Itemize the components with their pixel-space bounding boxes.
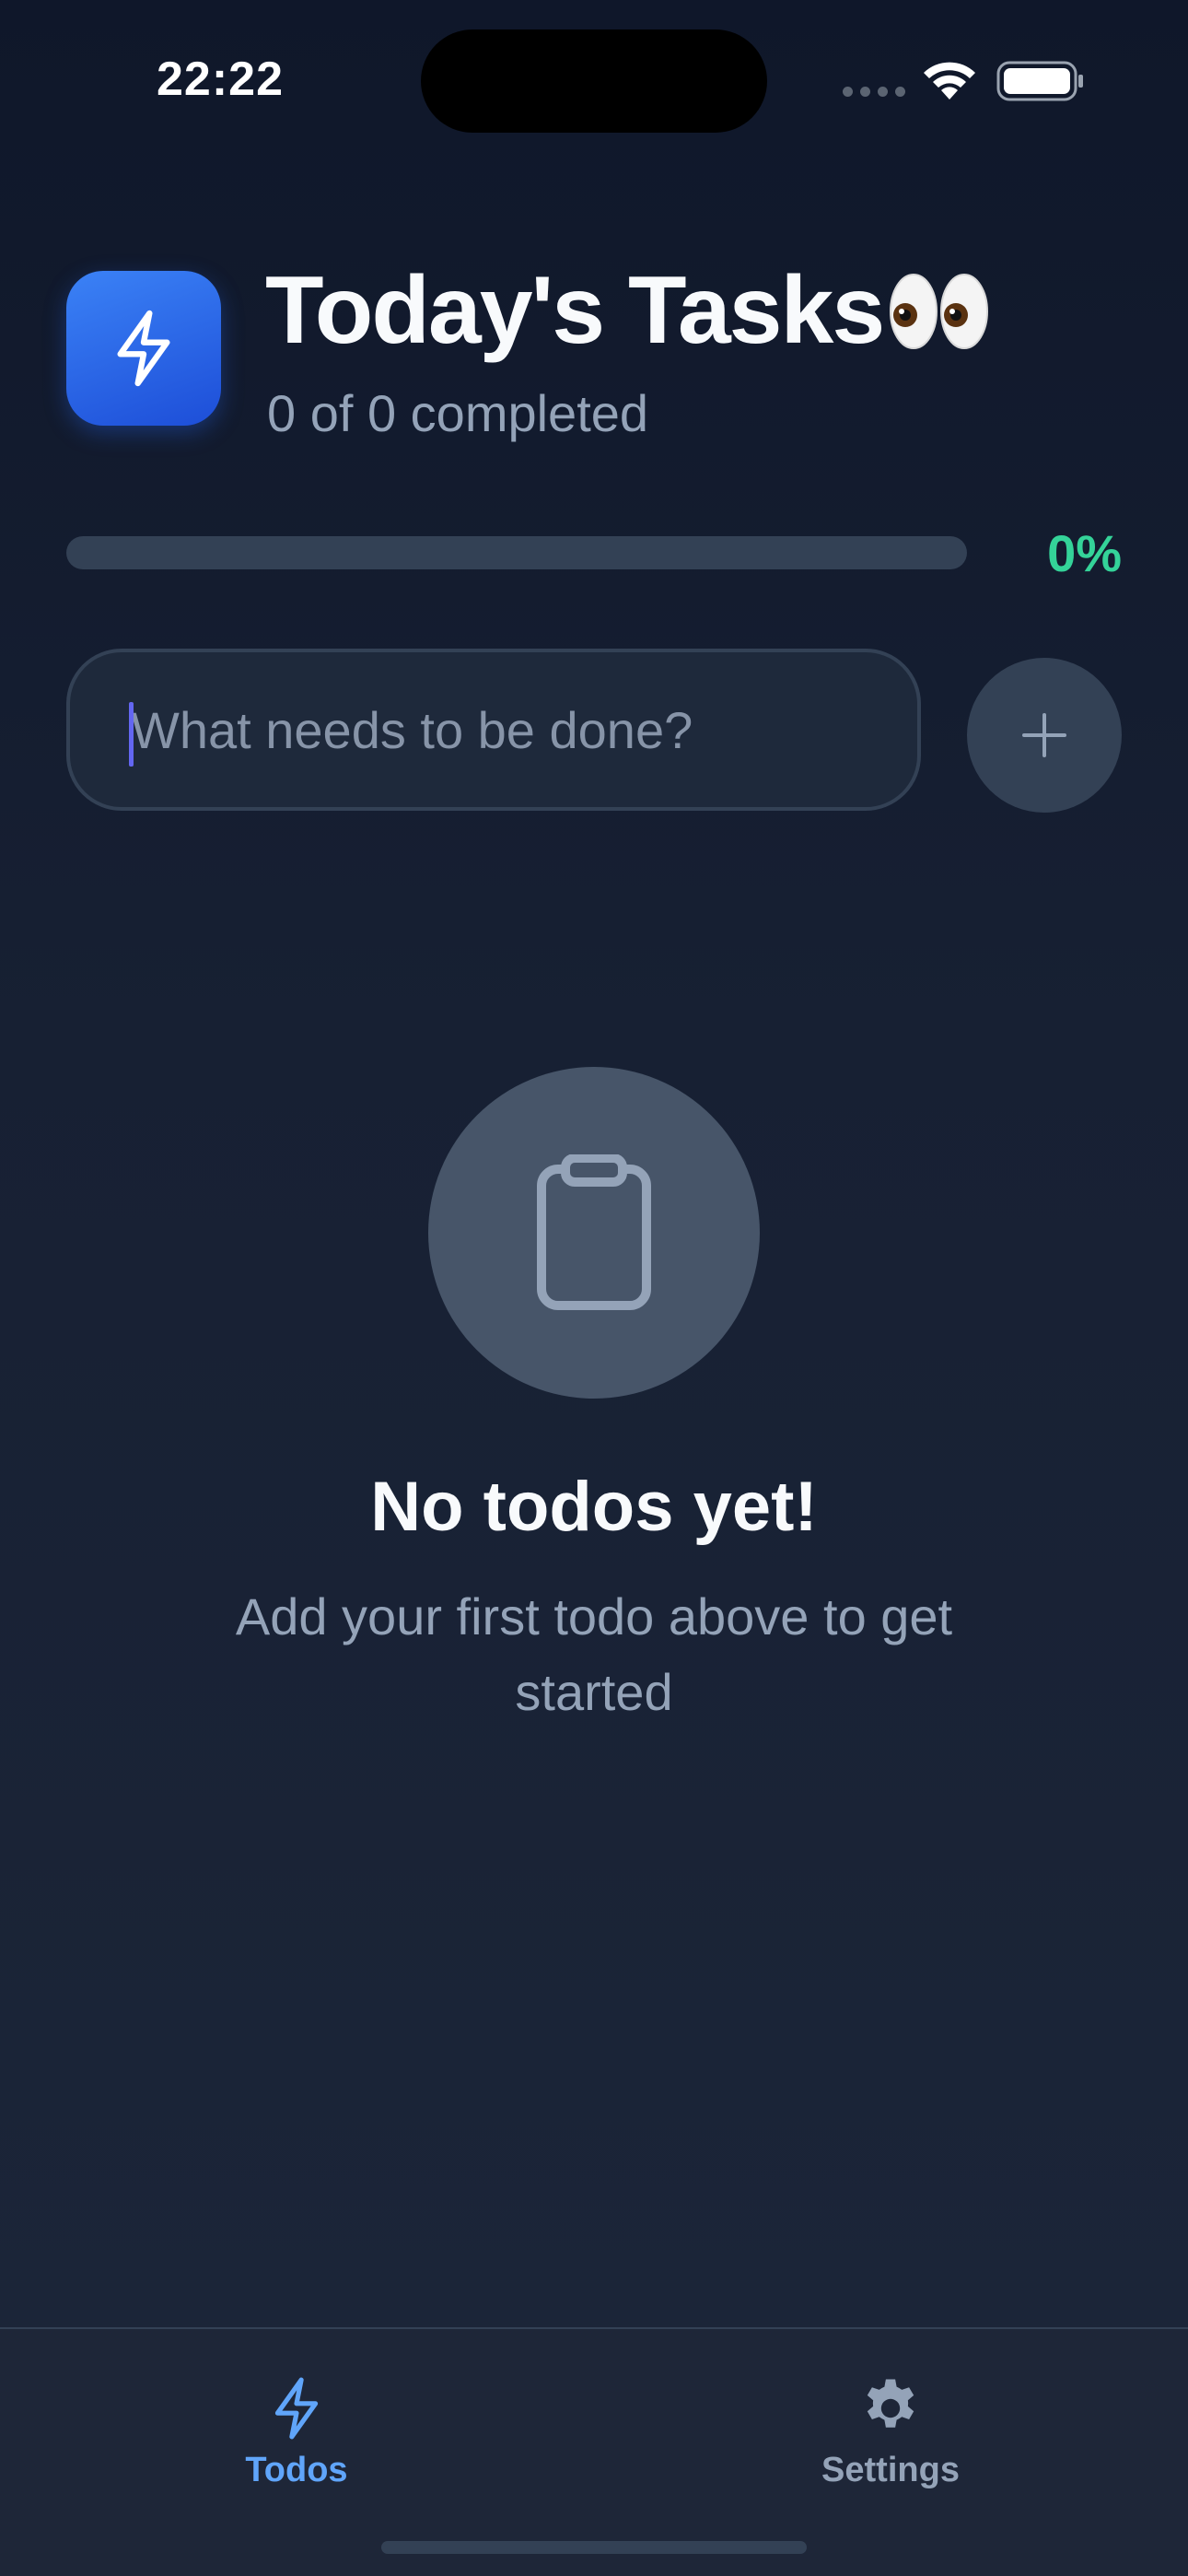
text-caret [129,702,134,767]
battery-icon [996,61,1083,101]
dynamic-island [421,29,767,133]
lightning-icon [117,310,170,387]
tab-bar: Todos Settings [0,2327,1188,2576]
eyes-emoji-icon [890,274,988,349]
tab-settings-label: Settings [821,2451,960,2489]
status-time: 22:22 [157,53,284,106]
clipboard-icon [537,1154,651,1310]
page-title: Today's Tasks [265,257,885,364]
empty-state-description: Add your first todo above to get started [235,1587,953,1721]
gear-icon [867,2379,914,2428]
wifi-icon [924,62,975,100]
new-todo-input[interactable] [70,652,917,807]
new-todo-field[interactable] [66,649,921,811]
lightning-icon [274,2377,319,2440]
completion-summary: 0 of 0 completed [267,384,649,442]
empty-state-illustration [428,1067,760,1399]
progress-bar [66,536,967,569]
app-logo [66,271,221,426]
plus-icon [1022,713,1066,757]
tab-todos-label: Todos [245,2451,348,2489]
home-indicator [381,2541,807,2554]
tab-settings[interactable]: Settings [752,2375,1029,2513]
cellular-signal-icon [843,87,905,97]
add-todo-button[interactable] [967,658,1122,813]
empty-state-title: No todos yet! [370,1468,818,1546]
tab-todos[interactable]: Todos [158,2375,435,2513]
progress-percent: 0% [1047,524,1122,582]
